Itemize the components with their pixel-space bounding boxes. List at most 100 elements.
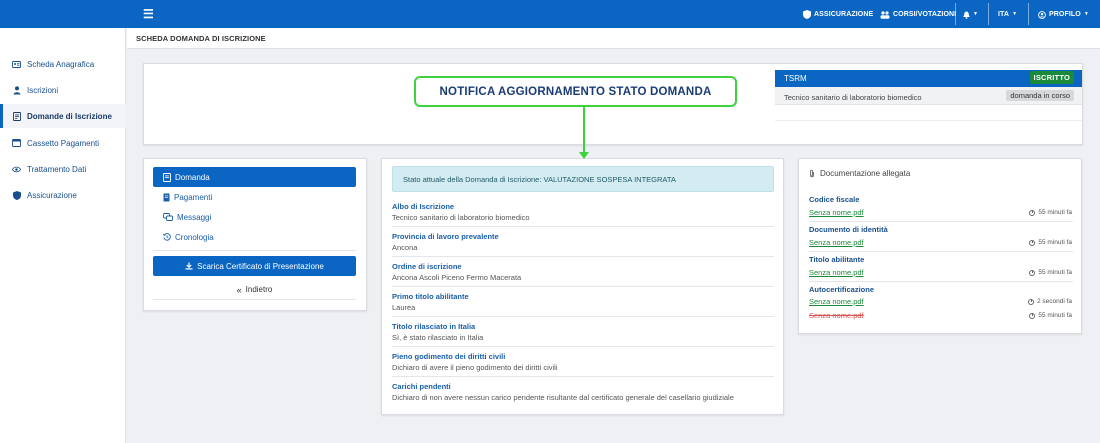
history-icon (163, 233, 171, 241)
divider (775, 120, 1082, 121)
chevron-down-icon: ▼ (973, 11, 979, 17)
divider (809, 221, 1073, 222)
corsi-votazioni-link[interactable]: CORSI/VOTAZIONI (880, 10, 956, 19)
divider (392, 256, 774, 257)
document-icon (163, 193, 170, 201)
download-certificate-button[interactable]: Scarica Certificato di Presentazione (153, 256, 356, 276)
field-label: Albo di Iscrizione (392, 202, 455, 211)
back-label: Indietro (245, 285, 273, 294)
doc-timestamp: 55 minuti fa (1029, 209, 1072, 216)
form-icon (12, 111, 21, 121)
doc-file-link[interactable]: Senza nome.pdf (809, 268, 864, 277)
attachments-title: Documentazione allegata (809, 169, 910, 178)
field-label: Primo titolo abilitante (392, 292, 469, 301)
field-label: Titolo rilasciato in Italia (392, 322, 476, 331)
notification-annotation-text: NOTIFICA AGGIORNAMENTO STATO DOMANDA (439, 85, 712, 98)
doc-time-label: 55 minuti fa (1038, 312, 1072, 319)
status-badge: ISCRITTO (1029, 71, 1074, 84)
menu-item-pagamenti[interactable]: Pagamenti (153, 187, 356, 207)
download-certificate-label: Scarica Certificato di Presentazione (197, 261, 324, 271)
sidebar-item-domande-di-iscrizione[interactable]: Domande di Iscrizione (0, 104, 126, 128)
back-button[interactable]: « Indietro (153, 280, 356, 300)
profile-code: TSRM (784, 74, 807, 83)
application-status-text: Stato attuale della Domanda di Iscrizion… (403, 174, 676, 184)
doc-file-link[interactable]: Senza nome.pdf (809, 238, 864, 247)
profile-description: Tecnico sanitario di laboratorio biomedi… (784, 93, 922, 102)
divider (809, 251, 1073, 252)
menu-item-label: Cronologia (175, 232, 214, 242)
folder-icon (12, 139, 21, 148)
clock-icon (1027, 298, 1034, 305)
divider (392, 376, 774, 377)
profile-label: PROFILO (1049, 11, 1081, 18)
divider (392, 226, 774, 227)
clock-icon (1029, 239, 1036, 246)
doc-group-codice-fiscale: Codice fiscale (809, 195, 860, 204)
field-value: Laurea (392, 303, 416, 312)
page-header: SCHEDA DOMANDA DI ISCRIZIONE (127, 28, 1100, 49)
menu-item-messaggi[interactable]: Messaggi (153, 207, 356, 227)
sidebar-item-iscrizioni[interactable]: Iscrizioni (0, 78, 126, 102)
menu-item-label: Messaggi (177, 212, 212, 222)
chevron-down-icon: ▼ (1012, 11, 1018, 17)
doc-time-label: 55 minuti fa (1038, 209, 1072, 216)
page-title: SCHEDA DOMANDA DI ISCRIZIONE (136, 34, 266, 43)
profile-dropdown[interactable]: PROFILO ▼ (1038, 10, 1089, 19)
sidebar-item-trattamento-dati[interactable]: Trattamento Dati (0, 157, 126, 181)
profile-box-header: TSRM ISCRITTO (775, 70, 1082, 87)
clock-icon (1029, 312, 1036, 319)
field-label: Carichi pendenti (392, 382, 451, 391)
menu-item-cronologia[interactable]: Cronologia (153, 227, 356, 247)
eye-icon (12, 165, 21, 174)
notifications-dropdown[interactable]: ▼ (963, 10, 978, 19)
field-label: Ordine di iscrizione (392, 262, 462, 271)
sidebar-item-scheda-anagrafica[interactable]: Scheda Anagrafica (0, 52, 126, 76)
sidebar: Scheda Anagrafica Iscrizioni Domande di … (0, 28, 126, 443)
divider (153, 250, 356, 251)
doc-timestamp: 2 secondi fa (1027, 298, 1072, 305)
field-value: Tecnico sanitario di laboratorio biomedi… (392, 213, 530, 222)
divider (809, 281, 1073, 282)
shield-icon (803, 10, 811, 19)
menu-item-label: Domanda (175, 172, 210, 182)
download-icon (185, 262, 193, 270)
doc-group-documento-identita: Documento di identità (809, 225, 888, 234)
corsi-label: CORSI/VOTAZIONI (893, 11, 957, 18)
field-value: Ancona Ascoli Piceno Fermo Macerata (392, 273, 522, 282)
menu-item-label: Pagamenti (174, 192, 213, 202)
application-status-badge: domanda in corso (1006, 90, 1074, 101)
profile-box-body: Tecnico sanitario di laboratorio biomedi… (775, 87, 1082, 105)
hamburger-icon[interactable]: ☰ (143, 8, 154, 20)
field-value: Dichiaro di avere il pieno godimento dei… (392, 363, 558, 372)
doc-file-link-deleted[interactable]: Senza nome.pdf (809, 311, 864, 320)
doc-file-link[interactable]: Senza nome.pdf (809, 208, 864, 217)
doc-file-link[interactable]: Senza nome.pdf (809, 297, 864, 306)
sidebar-item-label: Scheda Anagrafica (27, 59, 95, 69)
doc-time-label: 55 minuti fa (1038, 269, 1072, 276)
sidebar-item-assicurazione[interactable]: Assicurazione (0, 183, 126, 207)
paperclip-icon (810, 169, 814, 178)
application-status-alert: Stato attuale della Domanda di Iscrizion… (392, 166, 774, 192)
id-card-icon (12, 60, 21, 69)
clock-icon (1029, 269, 1036, 276)
doc-timestamp: 55 minuti fa (1029, 312, 1072, 319)
chat-icon (163, 213, 173, 221)
sidebar-item-label: Iscrizioni (27, 85, 59, 95)
user-circle-icon (1038, 10, 1046, 19)
annotation-arrow (583, 107, 585, 153)
assicurazione-label: ASSICURAZIONE (814, 11, 874, 18)
menu-item-domanda[interactable]: Domanda (153, 167, 356, 187)
group-icon (880, 10, 890, 19)
notification-annotation-box: NOTIFICA AGGIORNAMENTO STATO DOMANDA (414, 76, 737, 107)
language-dropdown[interactable]: ITA ▼ (998, 10, 1017, 19)
assicurazione-link[interactable]: ASSICURAZIONE (803, 10, 873, 19)
field-label: Pieno godimento dei diritti civili (392, 352, 506, 361)
sidebar-item-cassetto-pagamenti[interactable]: Cassetto Pagamenti (0, 131, 126, 155)
top-navbar: ☰ ASSICURAZIONE CORSI/VOTAZIONI ▼ ITA ▼ … (0, 0, 1100, 28)
clock-icon (1029, 209, 1036, 216)
attachments-title-label: Documentazione allegata (820, 169, 911, 178)
chevron-down-icon: ▼ (1083, 11, 1089, 17)
sidebar-item-label: Trattamento Dati (27, 164, 87, 174)
doc-timestamp: 55 minuti fa (1029, 239, 1072, 246)
double-chevron-left-icon: « (236, 284, 242, 295)
